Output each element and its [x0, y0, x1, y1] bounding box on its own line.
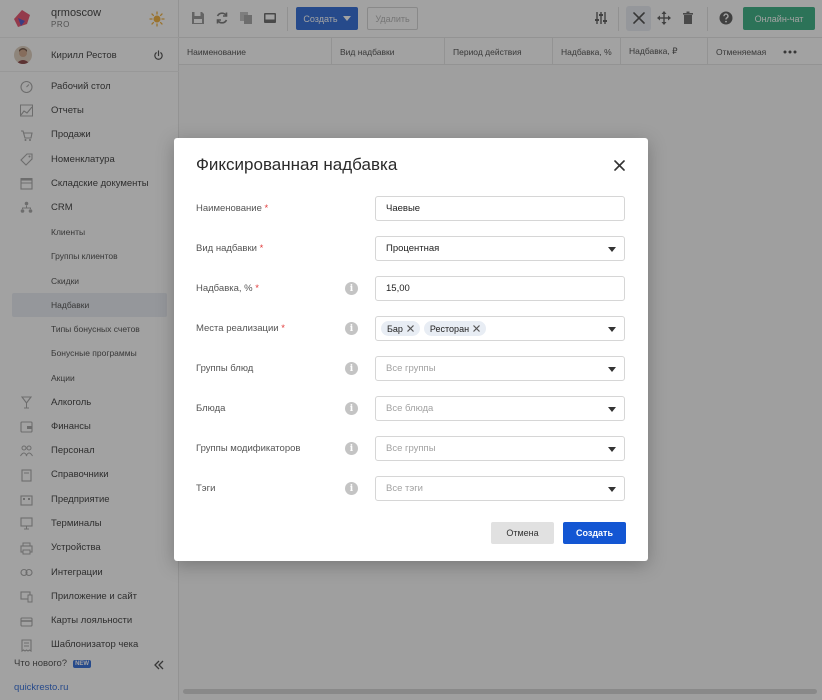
- places-chips: Бар Ресторан: [381, 321, 490, 336]
- chip-bar: Бар: [381, 321, 420, 336]
- chevron-down-icon: [608, 327, 616, 332]
- chevron-down-icon: [608, 407, 616, 412]
- info-icon[interactable]: i: [345, 362, 358, 375]
- dishes-label: Блюда: [196, 403, 226, 414]
- remove-chip-icon[interactable]: [406, 325, 414, 332]
- dishes-placeholder: Все блюда: [386, 403, 434, 414]
- modal-title: Фиксированная надбавка: [196, 155, 398, 174]
- type-select[interactable]: Процентная: [375, 236, 625, 261]
- places-select[interactable]: Бар Ресторан: [375, 316, 625, 341]
- tags-placeholder: Все тэги: [386, 483, 423, 494]
- info-icon[interactable]: i: [345, 442, 358, 455]
- chevron-down-icon: [608, 367, 616, 372]
- places-label: Места реализации *: [196, 323, 285, 334]
- chevron-down-icon: [608, 447, 616, 452]
- markup-modal: Фиксированная надбавка Наименование * Ча…: [174, 138, 648, 561]
- chevron-down-icon: [608, 247, 616, 252]
- cancel-button[interactable]: Отмена: [491, 522, 554, 544]
- tags-select[interactable]: Все тэги: [375, 476, 625, 501]
- chip-restaurant: Ресторан: [423, 321, 487, 336]
- required-mark: *: [255, 283, 259, 294]
- type-label: Вид надбавки *: [196, 243, 264, 254]
- modifier-groups-placeholder: Все группы: [386, 443, 436, 454]
- close-icon[interactable]: [614, 160, 625, 171]
- tags-label: Тэги: [196, 483, 216, 494]
- dish-groups-select[interactable]: Все группы: [375, 356, 625, 381]
- name-label: Наименование *: [196, 203, 269, 214]
- info-icon[interactable]: i: [345, 282, 358, 295]
- submit-button[interactable]: Создать: [563, 522, 626, 544]
- chevron-down-icon: [608, 487, 616, 492]
- dishes-select[interactable]: Все блюда: [375, 396, 625, 421]
- dish-groups-label: Группы блюд: [196, 363, 254, 374]
- remove-chip-icon[interactable]: [473, 325, 480, 332]
- percent-label: Надбавка, % *: [196, 283, 259, 294]
- type-select-value: Процентная: [386, 243, 440, 254]
- name-input[interactable]: Чаевые: [375, 196, 625, 221]
- required-mark: *: [264, 203, 269, 214]
- modifier-groups-select[interactable]: Все группы: [375, 436, 625, 461]
- info-icon[interactable]: i: [345, 402, 358, 415]
- required-mark: *: [259, 243, 264, 254]
- modifier-groups-label: Группы модификаторов: [196, 443, 301, 454]
- percent-input[interactable]: 15,00: [375, 276, 625, 301]
- required-mark: *: [281, 323, 285, 334]
- dish-groups-placeholder: Все группы: [386, 363, 436, 374]
- info-icon[interactable]: i: [345, 482, 358, 495]
- info-icon[interactable]: i: [345, 322, 358, 335]
